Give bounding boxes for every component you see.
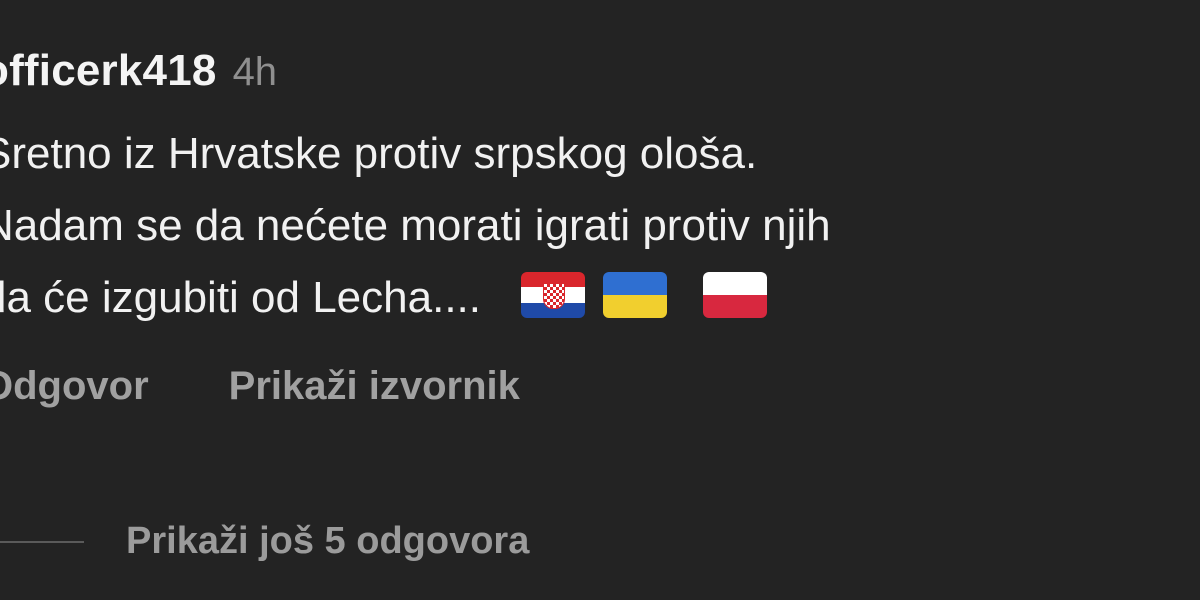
comment-text-line-3-text: da će izgubiti od Lecha.... bbox=[0, 273, 481, 322]
comment-username[interactable]: officerk418 bbox=[0, 46, 217, 96]
show-original-button[interactable]: Prikaži izvornik bbox=[229, 364, 520, 409]
view-more-replies[interactable]: Prikaži još 5 odgovora bbox=[0, 520, 529, 563]
replies-divider bbox=[0, 540, 84, 543]
reply-button[interactable]: Odgovor bbox=[0, 364, 149, 409]
comment-text-line-2: Nadam se da nećete morati igrati protiv … bbox=[0, 201, 831, 250]
comment-timestamp: 4h bbox=[232, 50, 278, 94]
comment-text-line-3: da će izgubiti od Lecha.... bbox=[0, 262, 1200, 334]
comment-actions: Odgovor Prikaži izvornik bbox=[0, 364, 1200, 409]
comment-text-line-1: Sretno iz Hrvatske protiv srpskog ološa. bbox=[0, 129, 758, 178]
comment-header: officerk418 4h bbox=[0, 46, 1200, 118]
poland-flag-icon bbox=[703, 272, 768, 318]
comment: officerk418 4h Sretno iz Hrvatske protiv… bbox=[0, 46, 1200, 409]
croatia-flag-icon bbox=[521, 272, 586, 318]
flag-emoji-group bbox=[521, 272, 768, 318]
ukraine-flag-icon bbox=[603, 272, 668, 318]
view-more-replies-label[interactable]: Prikaži još 5 odgovora bbox=[126, 520, 529, 563]
